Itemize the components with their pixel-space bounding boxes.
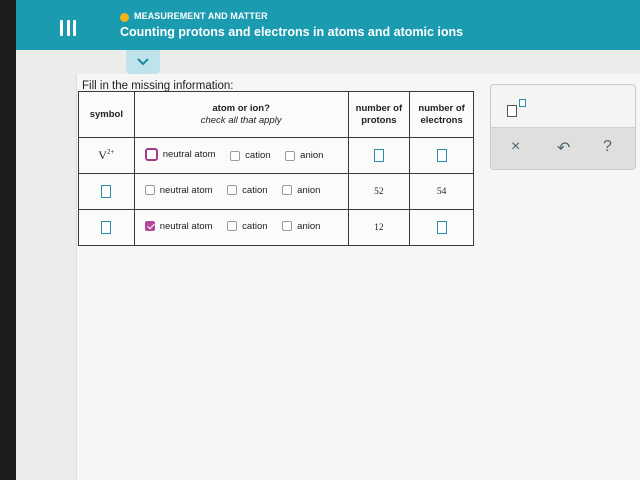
neutral-atom-option[interactable]: neutral atom bbox=[144, 220, 213, 232]
protons-value: 52 bbox=[347, 173, 411, 210]
page-title: Counting protons and electrons in atoms … bbox=[120, 25, 464, 39]
symbol-cell bbox=[78, 173, 135, 210]
anion-option[interactable]: anion bbox=[282, 185, 320, 196]
collapse-header-button[interactable] bbox=[126, 50, 160, 74]
neutral-atom-label: neutral atom bbox=[162, 148, 216, 160]
close-icon[interactable]: × bbox=[511, 138, 520, 156]
electrons-header: number of electrons bbox=[409, 91, 474, 138]
symbol-cell: V2+ bbox=[78, 137, 135, 174]
topic-status-icon bbox=[120, 13, 129, 22]
symbol-text: V2+ bbox=[98, 148, 114, 162]
table-row: neutral atom cation anion 12 bbox=[78, 209, 474, 246]
atom-or-ion-header-label: atom or ion? bbox=[212, 102, 270, 114]
protons-cell bbox=[347, 137, 411, 174]
symbol-base: V bbox=[98, 148, 107, 162]
protons-header: number of protons bbox=[347, 91, 411, 138]
superscript-icon[interactable] bbox=[507, 99, 529, 119]
anion-checkbox[interactable] bbox=[282, 221, 293, 232]
neutral-atom-label: neutral atom bbox=[159, 184, 213, 196]
atom-or-ion-cell: neutral atom cation anion bbox=[133, 173, 349, 210]
electrons-input[interactable] bbox=[436, 149, 447, 162]
anion-label: anion bbox=[300, 150, 324, 161]
anion-option[interactable]: anion bbox=[285, 150, 323, 161]
symbol-charge: 2+ bbox=[106, 148, 115, 156]
topic-label: MEASUREMENT AND MATTER bbox=[134, 11, 268, 21]
help-icon[interactable]: ? bbox=[603, 138, 612, 156]
electrons-cell bbox=[409, 209, 474, 246]
electrons-input[interactable] bbox=[436, 221, 447, 234]
cation-option[interactable]: cation bbox=[230, 150, 271, 161]
header-bar: MEASUREMENT AND MATTER Counting protons … bbox=[16, 0, 640, 50]
question-table: symbol atom or ion? check all that apply… bbox=[78, 91, 474, 246]
electrons-cell bbox=[409, 137, 474, 174]
superscript-base-box bbox=[507, 105, 517, 117]
menu-icon[interactable] bbox=[60, 20, 76, 36]
atom-or-ion-header: atom or ion? check all that apply bbox=[133, 91, 349, 138]
anion-label: anion bbox=[297, 184, 321, 196]
electrons-value: 54 bbox=[409, 173, 474, 210]
anion-checkbox[interactable] bbox=[285, 150, 296, 161]
anion-checkbox[interactable] bbox=[282, 185, 293, 196]
anion-option[interactable]: anion bbox=[282, 221, 320, 232]
protons-value: 12 bbox=[347, 209, 411, 246]
atom-or-ion-cell: neutral atom cation anion bbox=[133, 209, 349, 246]
neutral-atom-checkbox[interactable] bbox=[144, 185, 155, 196]
neutral-atom-checkbox[interactable] bbox=[144, 221, 155, 232]
neutral-atom-checkbox[interactable] bbox=[144, 147, 158, 161]
protons-input[interactable] bbox=[373, 149, 384, 162]
symbol-header: symbol bbox=[78, 91, 135, 138]
symbol-cell bbox=[78, 209, 135, 246]
cation-checkbox[interactable] bbox=[230, 150, 241, 161]
symbol-input[interactable] bbox=[101, 185, 112, 198]
answer-tools-panel: × ↶ ? bbox=[490, 84, 636, 170]
cation-label: cation bbox=[242, 220, 268, 232]
neutral-atom-label: neutral atom bbox=[159, 220, 213, 232]
tools-actions-bar: × ↶ ? bbox=[491, 127, 635, 169]
neutral-atom-option[interactable]: neutral atom bbox=[144, 147, 216, 161]
cation-checkbox[interactable] bbox=[227, 221, 238, 232]
symbol-input[interactable] bbox=[101, 221, 112, 234]
table-header-row: symbol atom or ion? check all that apply… bbox=[78, 91, 474, 138]
cation-label: cation bbox=[242, 184, 268, 196]
cation-option[interactable]: cation bbox=[227, 184, 268, 196]
atom-or-ion-header-sub: check all that apply bbox=[200, 114, 282, 126]
atom-or-ion-cell: neutral atom cation anion bbox=[133, 137, 349, 174]
anion-label: anion bbox=[297, 220, 321, 232]
superscript-exponent-box bbox=[519, 99, 526, 107]
cation-option[interactable]: cation bbox=[227, 220, 268, 232]
cation-label: cation bbox=[245, 150, 271, 161]
table-row: V2+ neutral atom cation anion bbox=[78, 137, 474, 174]
undo-icon[interactable]: ↶ bbox=[557, 138, 570, 158]
table-row: neutral atom cation anion 52 54 bbox=[78, 173, 474, 210]
cation-checkbox[interactable] bbox=[227, 185, 238, 196]
neutral-atom-option[interactable]: neutral atom bbox=[144, 184, 213, 196]
chevron-down-icon bbox=[137, 58, 149, 66]
